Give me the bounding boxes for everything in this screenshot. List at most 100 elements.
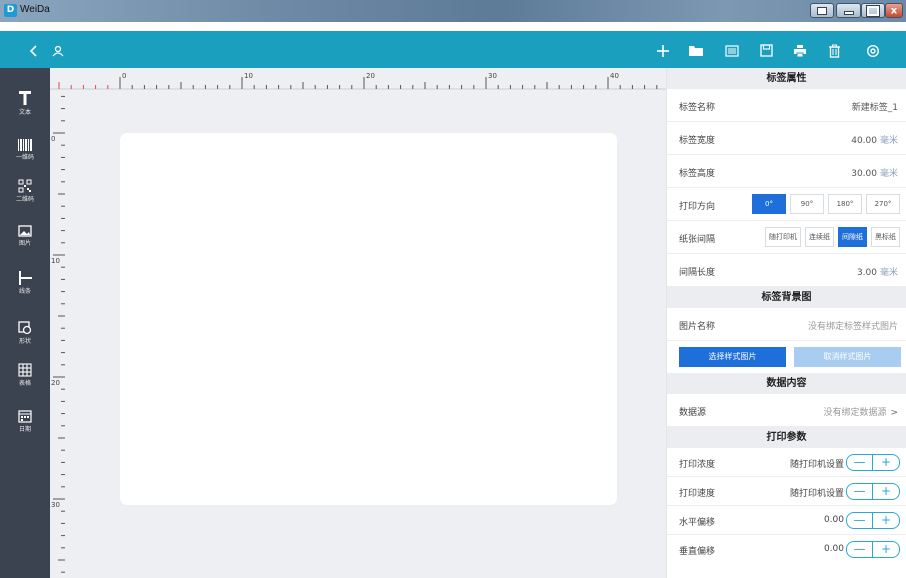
- data-source-key: 数据源: [679, 408, 707, 418]
- density-plus-button[interactable]: +: [873, 454, 900, 471]
- paper-gap-selector: 随打印机 连续纸 间隙纸 黑标纸: [761, 227, 900, 247]
- tool-table[interactable]: 表格: [0, 363, 50, 387]
- image-icon: [18, 225, 32, 237]
- print-icon[interactable]: [788, 31, 812, 68]
- user-icon[interactable]: [46, 31, 70, 68]
- voffset-minus-button[interactable]: —: [846, 541, 873, 558]
- select-style-image-button[interactable]: 选择样式图片: [679, 347, 786, 367]
- tool-sidebar: 文本 一维码 二维码 图片 线条 形状 表格 日期: [0, 68, 50, 578]
- vertical-offset-row: 垂直偏移 0.00 — +: [667, 535, 906, 564]
- speed-minus-button[interactable]: —: [846, 483, 873, 500]
- voffset-stepper: — +: [846, 541, 900, 558]
- ruler-label: 40: [610, 72, 619, 80]
- line-icon: [19, 271, 32, 285]
- gap-continuous[interactable]: 连续纸: [805, 227, 834, 247]
- gap-follow-printer[interactable]: 随打印机: [765, 227, 801, 247]
- ruler-label: 10: [51, 257, 60, 265]
- tool-label: 图片: [18, 240, 31, 247]
- hoffset-minus-button[interactable]: —: [846, 512, 873, 529]
- density-key: 打印浓度: [679, 460, 716, 470]
- label-name-value[interactable]: 新建标签_1: [852, 100, 898, 113]
- settings-icon[interactable]: [861, 31, 885, 68]
- tool-label: 形状: [18, 338, 31, 345]
- label-height-row[interactable]: 标签高度 30.00 毫米: [667, 155, 906, 188]
- height-number: 30.00: [851, 169, 877, 179]
- width-unit: 毫米: [879, 136, 898, 146]
- maximize-button[interactable]: [861, 3, 885, 18]
- speed-value: 随打印机设置: [789, 489, 844, 499]
- label-height-value[interactable]: 30.00 毫米: [851, 166, 898, 179]
- data-source-value[interactable]: 没有绑定数据源 >: [823, 405, 898, 418]
- tool-text[interactable]: 文本: [0, 90, 50, 116]
- speed-plus-button[interactable]: +: [873, 483, 900, 500]
- voffset-plus-button[interactable]: +: [873, 541, 900, 558]
- app-logo-icon: D: [4, 4, 17, 17]
- orientation-90[interactable]: 90°: [790, 194, 824, 214]
- hoffset-key: 水平偏移: [679, 518, 716, 528]
- density-minus-button[interactable]: —: [846, 454, 873, 471]
- label-width-value[interactable]: 40.00 毫米: [851, 133, 898, 146]
- label-name-row[interactable]: 标签名称 新建标签_1: [667, 89, 906, 122]
- vertical-ruler: 0 10 20 30: [51, 95, 65, 573]
- voffset-value: 0.00: [823, 544, 844, 554]
- calendar-icon: [18, 410, 32, 423]
- tool-label: 一维码: [15, 154, 34, 161]
- orientation-270[interactable]: 270°: [866, 194, 900, 214]
- gap-length-row[interactable]: 间隔长度 3.00 毫米: [667, 254, 906, 287]
- density-value: 随打印机设置: [789, 460, 844, 470]
- ruler-label: 20: [51, 379, 60, 387]
- label-width-row[interactable]: 标签宽度 40.00 毫米: [667, 122, 906, 155]
- tool-label: 表格: [18, 380, 31, 387]
- table-icon: [18, 363, 32, 377]
- open-folder-icon[interactable]: [684, 31, 708, 68]
- add-icon[interactable]: [651, 31, 675, 68]
- gap-gap-paper[interactable]: 间隙纸: [838, 227, 867, 247]
- height-unit: 毫米: [879, 169, 898, 179]
- ruler-label: 30: [51, 501, 60, 509]
- property-panel: 标签属性 标签名称 新建标签_1 标签宽度 40.00 毫米 标签高度 30.00…: [666, 68, 906, 578]
- gap-length-unit: 毫米: [879, 268, 898, 278]
- tool-date[interactable]: 日期: [0, 409, 50, 433]
- tool-image[interactable]: 图片: [0, 225, 50, 247]
- list-icon[interactable]: [720, 31, 744, 68]
- tool-qrcode[interactable]: 二维码: [0, 179, 50, 203]
- tool-label: 二维码: [15, 196, 34, 203]
- window-title: WeiDa: [20, 4, 50, 15]
- section-data-content: 数据内容: [667, 373, 906, 394]
- tool-shape[interactable]: 形状: [0, 321, 50, 345]
- section-background-image: 标签背景图: [667, 287, 906, 308]
- data-source-row[interactable]: 数据源 没有绑定数据源 >: [667, 394, 906, 427]
- print-speed-row: 打印速度 随打印机设置 — +: [667, 477, 906, 506]
- label-height-key: 标签高度: [679, 169, 716, 179]
- data-source-text: 没有绑定数据源: [823, 408, 887, 418]
- paper-gap-key: 纸张间隔: [679, 235, 716, 245]
- gap-length-value[interactable]: 3.00 毫米: [857, 265, 898, 278]
- voffset-key: 垂直偏移: [679, 547, 716, 557]
- chevron-right-icon: >: [890, 408, 898, 418]
- image-name-row[interactable]: 图片名称 没有绑定标签样式图片: [667, 308, 906, 341]
- tool-line[interactable]: 线条: [0, 271, 50, 295]
- save-icon[interactable]: [754, 31, 778, 68]
- cancel-style-image-button[interactable]: 取消样式图片: [794, 347, 901, 367]
- label-width-key: 标签宽度: [679, 136, 716, 146]
- label-name-key: 标签名称: [679, 103, 716, 113]
- ruler-label: 10: [244, 72, 253, 80]
- label-canvas[interactable]: [120, 133, 617, 505]
- hoffset-plus-button[interactable]: +: [873, 512, 900, 529]
- close-window-button[interactable]: [885, 3, 903, 18]
- image-name-key: 图片名称: [679, 322, 716, 332]
- orientation-key: 打印方向: [679, 202, 716, 212]
- delete-icon[interactable]: [822, 31, 846, 68]
- back-arrow-icon[interactable]: [22, 31, 46, 68]
- minimize-button[interactable]: [836, 3, 861, 18]
- hoffset-value: 0.00: [823, 515, 844, 525]
- design-canvas-area[interactable]: 0 10 20 30 40 0 10 20 30: [50, 68, 666, 578]
- gap-black-mark[interactable]: 黑标纸: [871, 227, 900, 247]
- tool-barcode[interactable]: 一维码: [0, 139, 50, 161]
- orientation-180[interactable]: 180°: [828, 194, 862, 214]
- tool-label: 线条: [18, 288, 31, 295]
- gap-length-key: 间隔长度: [679, 268, 716, 278]
- restore-window-button[interactable]: [810, 3, 834, 18]
- orientation-selector: 0° 90° 180° 270°: [748, 194, 900, 214]
- orientation-0[interactable]: 0°: [752, 194, 786, 214]
